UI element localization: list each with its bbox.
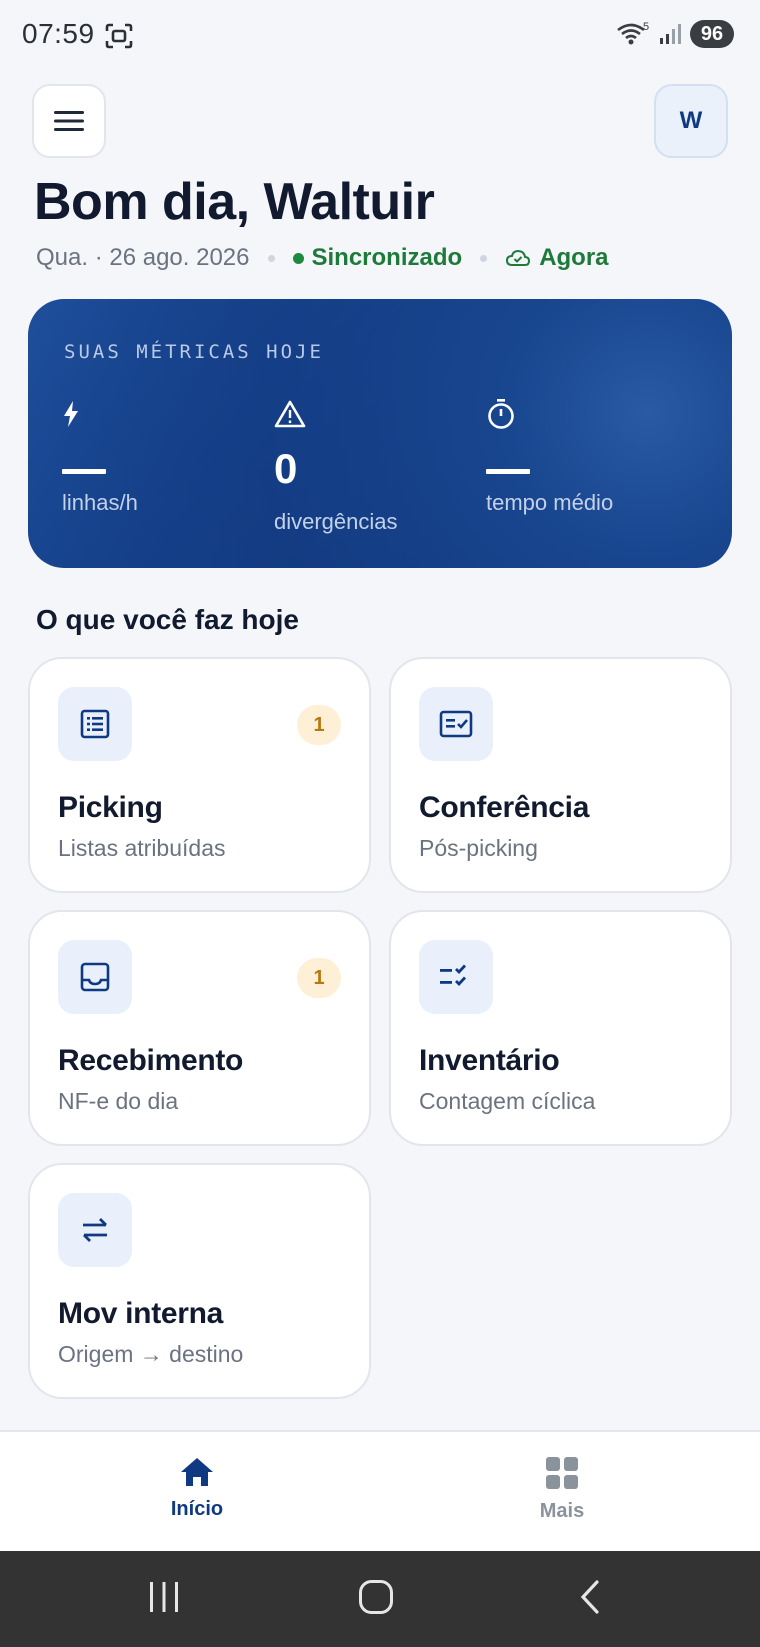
task-title: Picking	[58, 791, 163, 824]
inbox-icon	[80, 962, 110, 992]
metric-value: 0	[274, 445, 298, 492]
task-card-mov-interna[interactable]: Mov interna Origem → destino	[28, 1163, 371, 1399]
transfer-icon	[83, 1218, 107, 1242]
home-icon	[181, 1458, 213, 1486]
task-title: Mov interna	[58, 1297, 224, 1330]
metric-label: linhas/h	[62, 490, 138, 515]
empty-value-dash	[62, 469, 106, 474]
sync-time-label: Agora	[539, 244, 609, 271]
list-icon	[80, 709, 110, 739]
section-title: O que você faz hoje	[36, 604, 299, 635]
empty-value-dash	[486, 469, 530, 474]
back-button[interactable]	[578, 1579, 602, 1615]
wifi-label: 5	[643, 21, 649, 33]
app-screen: 07:59 5 96 W Bom dia, Waltuir Qua. · 26 …	[0, 0, 760, 1647]
sync-dot-icon	[292, 252, 304, 264]
task-title: Inventário	[419, 1044, 560, 1077]
status-indicators: 5 96	[616, 20, 734, 48]
hamburger-icon	[54, 111, 84, 131]
separator-dot	[480, 254, 488, 262]
sync-time: Agora	[505, 244, 609, 272]
avatar[interactable]: W	[654, 84, 728, 158]
nav-label: Mais	[539, 1500, 585, 1522]
metrics-title: SUAS MÉTRICAS HOJE	[64, 341, 324, 363]
metric-average-time: tempo médio	[486, 397, 686, 516]
status-time: 07:59	[22, 18, 95, 49]
nav-item-mais[interactable]: Mais	[502, 1456, 622, 1523]
stopwatch-icon	[488, 399, 514, 429]
metrics-card: SUAS MÉTRICAS HOJE linhas/h 0 divergênci…	[28, 299, 732, 568]
task-card-recebimento[interactable]: 1 Recebimento NF-e do dia	[28, 910, 371, 1146]
recent-apps-button[interactable]	[148, 1579, 180, 1615]
bottom-nav: Início Mais	[0, 1430, 760, 1551]
nav-item-inicio[interactable]: Início	[137, 1456, 257, 1521]
checklist-icon	[439, 710, 473, 738]
grid-icon	[546, 1457, 578, 1489]
system-nav-bar	[0, 1551, 760, 1647]
page-title: Bom dia, Waltuir	[34, 173, 435, 231]
task-subtitle: Listas atribuídas	[58, 835, 226, 861]
metric-label: divergências	[274, 509, 398, 534]
home-button[interactable]	[358, 1579, 394, 1615]
task-subtitle: Pós-picking	[419, 835, 538, 861]
lightning-icon	[64, 401, 78, 427]
task-subtitle: NF-e do dia	[58, 1088, 179, 1114]
pending-count-badge: 1	[297, 705, 341, 745]
pending-count-badge: 1	[297, 958, 341, 998]
wifi-icon: 5	[617, 21, 649, 45]
screenshot-icon	[105, 23, 133, 49]
task-card-picking[interactable]: 1 Picking Listas atribuídas	[28, 657, 371, 893]
header-meta: Qua. · 26 ago. 2026 Sincronizado Agora	[36, 244, 609, 272]
task-card-inventario[interactable]: Inventário Contagem cíclica	[389, 910, 732, 1146]
task-card-conferencia[interactable]: Conferência Pós-picking	[389, 657, 732, 893]
menu-button[interactable]	[32, 84, 106, 158]
list-check-icon	[440, 964, 467, 987]
sync-status-label: Sincronizado	[311, 244, 463, 271]
task-subtitle: Origem → destino	[58, 1341, 244, 1367]
status-bar: 07:59 5 96	[0, 0, 760, 72]
metric-lines-per-hour: linhas/h	[62, 397, 262, 516]
nav-label: Início	[170, 1498, 224, 1520]
task-title: Conferência	[419, 791, 590, 824]
warning-icon	[274, 400, 306, 428]
task-subtitle: Contagem cíclica	[419, 1088, 596, 1114]
metric-label: tempo médio	[486, 490, 614, 515]
sync-status: Sincronizado	[292, 244, 463, 272]
battery-indicator: 96	[690, 20, 734, 48]
cloud-check-icon	[506, 249, 531, 266]
current-date: Qua. · 26 ago. 2026	[36, 244, 250, 271]
task-title: Recebimento	[58, 1044, 244, 1077]
signal-icon	[660, 24, 681, 44]
separator-dot	[267, 254, 275, 262]
metric-divergences: 0 divergências	[274, 397, 474, 535]
